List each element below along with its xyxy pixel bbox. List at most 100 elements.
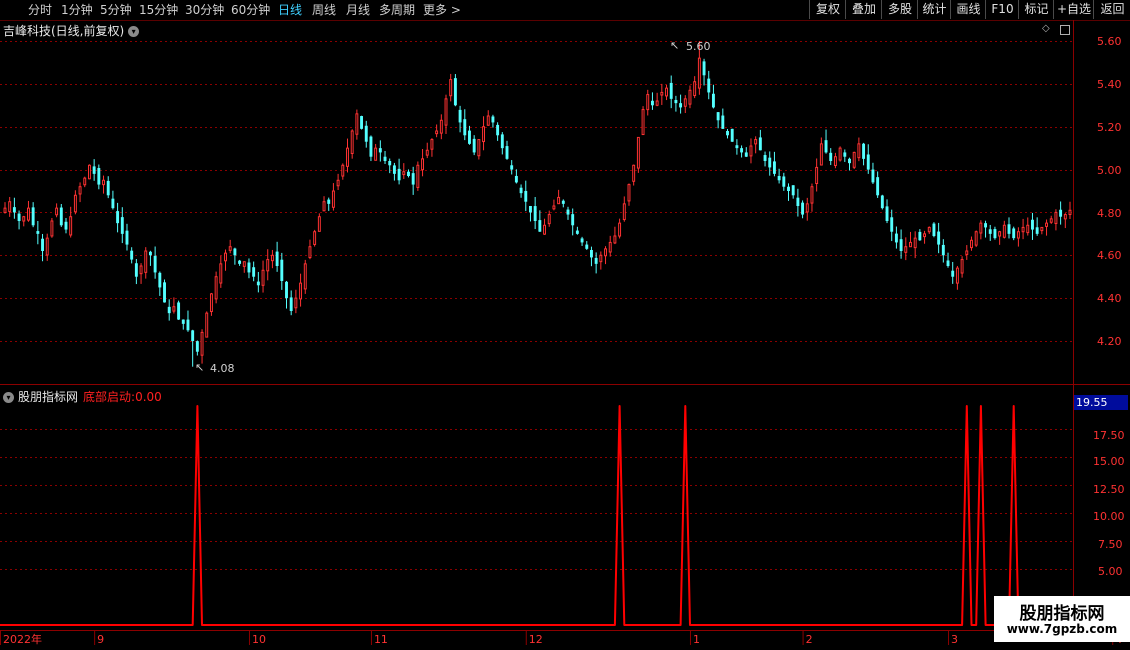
candle-body xyxy=(83,177,87,186)
candle-body xyxy=(392,165,396,174)
candle-body xyxy=(106,180,110,196)
candlestick xyxy=(927,226,931,234)
candlestick xyxy=(575,226,579,235)
candlestick xyxy=(1059,201,1063,225)
candle-body xyxy=(819,143,823,166)
candle-body xyxy=(589,249,593,258)
candle-body xyxy=(843,152,847,157)
candle-body xyxy=(815,166,819,184)
candlestick xyxy=(1063,213,1067,229)
candle-body xyxy=(984,223,988,228)
candlestick xyxy=(496,122,500,141)
candle-body xyxy=(224,252,227,262)
candlestick xyxy=(862,142,866,166)
candle-body xyxy=(960,259,964,274)
candle-body xyxy=(974,231,978,246)
candle-body xyxy=(8,201,12,212)
candlestick xyxy=(965,245,969,260)
candlestick xyxy=(650,92,654,110)
candle-body xyxy=(360,116,364,129)
candlestick xyxy=(683,95,687,114)
low-marker-label: 4.08 xyxy=(210,362,235,375)
candle-body xyxy=(824,140,828,153)
candlestick xyxy=(758,129,762,151)
candle-body xyxy=(130,250,134,260)
chevron-down-icon[interactable]: ▾ xyxy=(3,392,14,403)
candle-body xyxy=(87,164,91,180)
candle-body xyxy=(1054,211,1058,224)
candlestick xyxy=(458,105,462,133)
candlestick xyxy=(228,239,232,254)
candlestick xyxy=(486,110,490,126)
candlestick xyxy=(941,239,945,263)
candlestick xyxy=(177,300,181,320)
candlestick xyxy=(622,196,626,222)
candle-body xyxy=(510,165,514,170)
chevron-down-icon[interactable]: ▾ xyxy=(128,26,140,37)
candle-body xyxy=(909,241,912,248)
candlestick xyxy=(970,236,973,251)
indicator-axis-label: 12.50 xyxy=(1093,483,1125,496)
candle-body xyxy=(524,190,528,202)
candlestick xyxy=(102,175,105,194)
candle-body xyxy=(111,198,115,209)
candlestick xyxy=(233,247,237,265)
price-label: 5.60 xyxy=(1097,35,1122,48)
candle-body xyxy=(833,156,837,167)
candle-body xyxy=(1059,209,1063,217)
candlestick xyxy=(482,116,486,151)
candle-body xyxy=(261,269,265,286)
candle-body xyxy=(153,255,157,273)
candlestick xyxy=(392,162,396,181)
candle-body xyxy=(862,143,866,159)
candlestick xyxy=(449,73,453,102)
stock-chart[interactable]: 2022年910111212342023 5.60 5.40 5.20 5.00… xyxy=(0,0,1130,650)
candlestick xyxy=(552,199,556,211)
candlestick xyxy=(31,202,35,228)
candlestick xyxy=(261,260,265,293)
indicator-axis-label: 17.50 xyxy=(1093,429,1125,442)
diamond-icon[interactable]: ◇ xyxy=(1042,24,1052,34)
candle-body xyxy=(988,229,992,234)
candle-body xyxy=(749,145,753,157)
candle-body xyxy=(134,263,138,277)
candle-body xyxy=(890,217,894,232)
candle-body xyxy=(200,331,204,356)
candle-body xyxy=(838,147,842,161)
candlestick xyxy=(144,247,148,279)
candlestick xyxy=(543,218,546,235)
candle-body xyxy=(1002,224,1006,238)
stock-title: 吉峰科技(日线,前复权) ▾ xyxy=(3,22,140,39)
candlestick xyxy=(134,259,138,285)
candlestick xyxy=(148,250,152,266)
candlestick xyxy=(275,241,279,272)
candle-body xyxy=(195,341,199,352)
candlestick xyxy=(17,210,21,230)
candle-body xyxy=(458,109,462,123)
candlestick xyxy=(1031,212,1034,240)
candlestick xyxy=(416,161,420,191)
candle-body xyxy=(477,139,481,157)
candlestick xyxy=(59,203,63,227)
candlestick xyxy=(83,176,87,188)
candle-body xyxy=(894,233,898,243)
candle-body xyxy=(711,93,715,108)
indicator-line xyxy=(0,405,1073,626)
candlestick xyxy=(252,261,256,282)
price-label: 4.60 xyxy=(1097,249,1122,262)
candlestick xyxy=(782,172,786,191)
candlestick xyxy=(721,108,725,129)
candle-body xyxy=(36,231,40,234)
candlestick xyxy=(876,171,880,198)
candle-body xyxy=(679,103,683,108)
window-toggle-icon[interactable] xyxy=(1060,25,1070,35)
candle-body xyxy=(303,263,307,290)
candlestick xyxy=(1021,218,1025,240)
candlestick xyxy=(641,106,645,136)
candlestick xyxy=(411,166,415,195)
candlestick xyxy=(711,84,715,109)
candlestick xyxy=(618,218,622,239)
candlestick xyxy=(1054,209,1058,231)
candlestick xyxy=(505,140,509,160)
candle-body xyxy=(636,136,640,169)
